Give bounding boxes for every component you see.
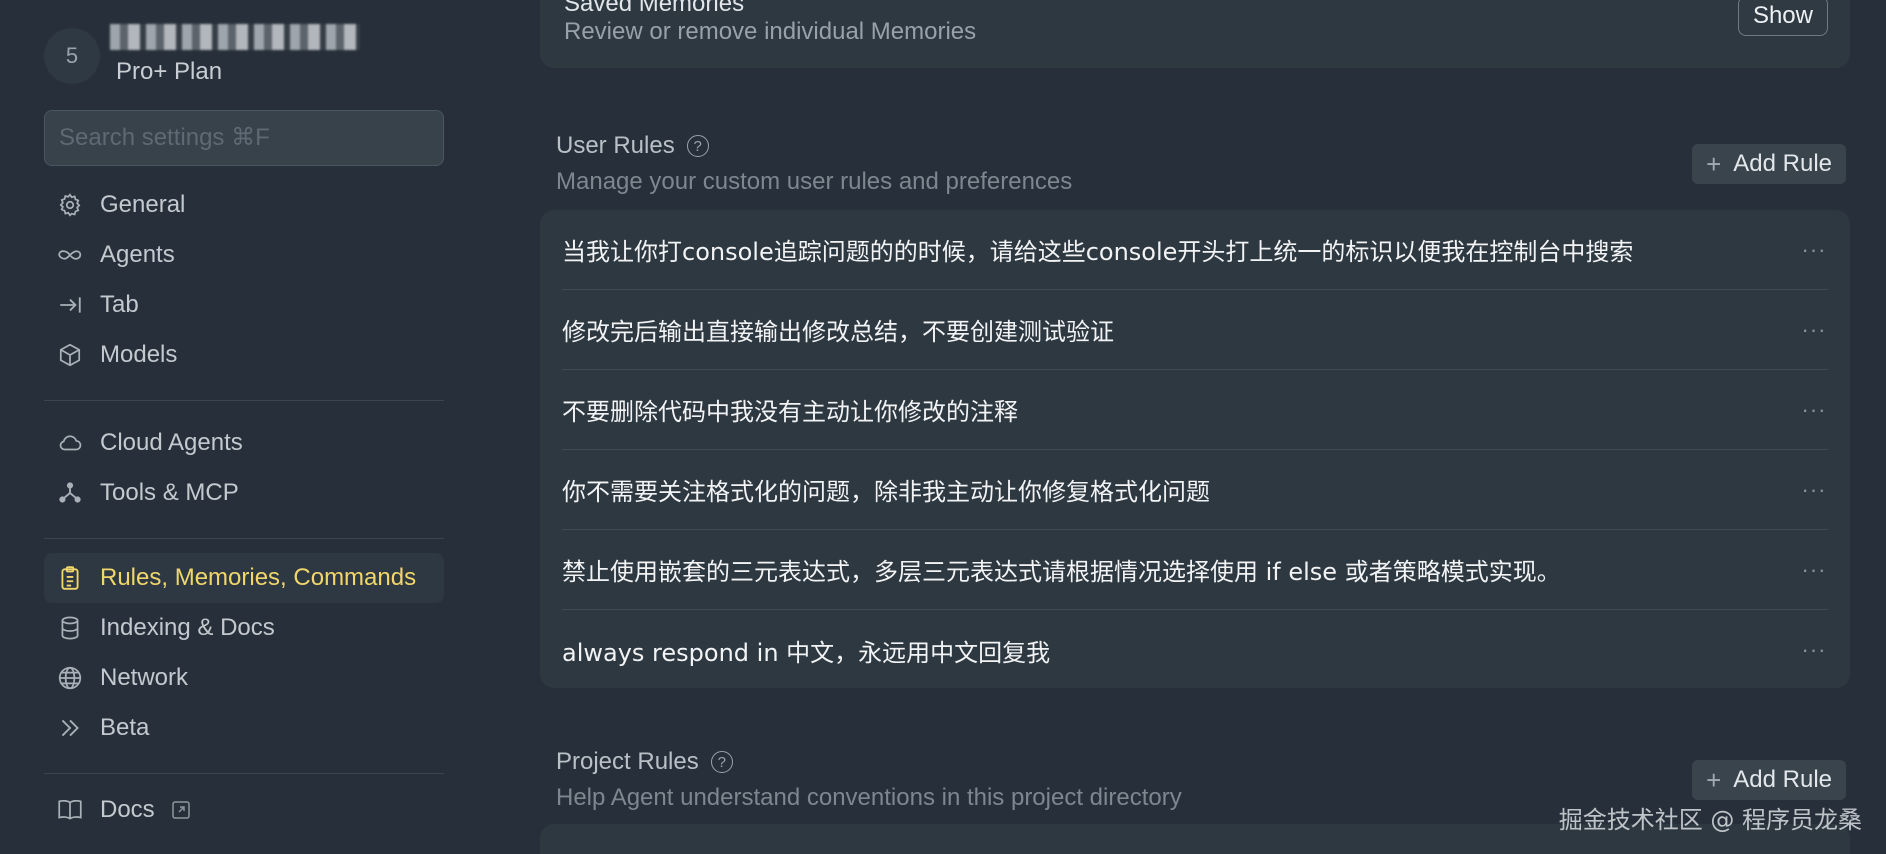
cube-icon — [56, 341, 84, 369]
sidebar-item-tab[interactable]: Tab — [44, 280, 444, 330]
sidebar-item-agents[interactable]: Agents — [44, 230, 444, 280]
more-options-icon[interactable]: ··· — [1800, 557, 1828, 583]
settings-sidebar: 5 Pro+ Plan General Agents — [0, 0, 490, 854]
add-user-rule-button[interactable]: + Add Rule — [1692, 144, 1846, 184]
sidebar-item-label: Rules, Memories, Commands — [100, 564, 417, 591]
sidebar-item-general[interactable]: General — [44, 180, 444, 230]
settings-window: 5 Pro+ Plan General Agents — [0, 0, 1886, 854]
settings-content: Saved Memories Review or remove individu… — [540, 0, 1850, 854]
rule-text: 禁止使用嵌套的三元表达式，多层三元表达式请根据情况选择使用 if else 或者… — [562, 558, 1561, 586]
sidebar-item-label: Indexing & Docs — [100, 614, 275, 641]
sidebar-item-cloud-agents[interactable]: Cloud Agents — [44, 418, 444, 468]
list-item[interactable]: always respond in 中文，永远用中文回复我 ··· — [562, 610, 1828, 690]
rule-text: always respond in 中文，永远用中文回复我 — [562, 638, 1051, 667]
sidebar-item-tools-mcp[interactable]: Tools & MCP — [44, 468, 444, 518]
project-rules-title-row: Project Rules ? — [556, 748, 1846, 776]
arrow-right-to-line-icon — [56, 291, 84, 319]
sidebar-nav-group-1: General Agents Tab Models — [44, 180, 444, 421]
plus-icon: + — [1706, 148, 1722, 179]
user-rules-title-row: User Rules ? — [556, 132, 1846, 160]
sidebar-item-label: Docs — [100, 796, 155, 823]
chevrons-right-icon — [56, 714, 84, 742]
database-icon — [56, 614, 84, 642]
account-name-redacted — [110, 24, 360, 50]
more-options-icon[interactable]: ··· — [1800, 397, 1828, 423]
help-icon[interactable]: ? — [710, 751, 733, 773]
sidebar-divider — [44, 538, 444, 539]
sidebar-item-label: Network — [100, 664, 189, 691]
sidebar-divider — [44, 773, 444, 774]
user-rules-title: User Rules — [556, 132, 675, 159]
list-item[interactable]: 修改完后输出直接输出修改总结，不要创建测试验证 ··· — [562, 290, 1828, 370]
user-rules-description: Manage your custom user rules and prefer… — [556, 168, 1073, 195]
infinity-icon — [56, 241, 84, 269]
rule-text: 你不需要关注格式化的问题，除非我主动让你修复格式化问题 — [562, 478, 1210, 506]
sidebar-item-label: Models — [100, 341, 178, 368]
sidebar-nav-group-3: Rules, Memories, Commands Indexing & Doc… — [44, 553, 444, 794]
sidebar-nav-group-2: Cloud Agents Tools & MCP — [44, 418, 444, 559]
external-link-icon — [171, 800, 191, 820]
sidebar-item-label: Agents — [100, 241, 175, 268]
sidebar-nav-group-4: Docs — [44, 785, 444, 835]
more-options-icon[interactable]: ··· — [1800, 237, 1828, 263]
show-memories-button[interactable]: Show — [1737, 0, 1828, 36]
list-item[interactable]: 你不需要关注格式化的问题，除非我主动让你修复格式化问题 ··· — [562, 450, 1828, 530]
rule-text: 不要删除代码中我没有主动让你修改的注释 — [562, 398, 1018, 426]
sidebar-item-rules-memories-commands[interactable]: Rules, Memories, Commands — [44, 553, 444, 603]
nodes-icon — [56, 479, 84, 507]
add-rule-label: Add Rule — [1733, 766, 1832, 793]
user-rules-list: 当我让你打console追踪问题的的时候，请给这些console开头打上统一的标… — [540, 210, 1850, 688]
list-item[interactable]: 当我让你打console追踪问题的的时候，请给这些console开头打上统一的标… — [562, 210, 1828, 290]
avatar[interactable]: 5 — [44, 28, 100, 84]
add-rule-label: Add Rule — [1733, 150, 1832, 177]
sidebar-divider — [44, 400, 444, 401]
account-plan: Pro+ Plan — [116, 58, 223, 85]
sidebar-item-label: Tab — [100, 291, 139, 318]
rule-text: 修改完后输出直接输出修改总结，不要创建测试验证 — [562, 318, 1114, 346]
cloud-icon — [56, 429, 84, 457]
sidebar-item-label: Beta — [100, 714, 150, 741]
saved-memories-card: Saved Memories Review or remove individu… — [540, 0, 1850, 68]
saved-memories-description: Review or remove individual Memories — [564, 18, 977, 45]
rule-text: 当我让你打console追踪问题的的时候，请给这些console开头打上统一的标… — [562, 238, 1634, 266]
more-options-icon[interactable]: ··· — [1800, 317, 1828, 343]
list-item[interactable]: 不要删除代码中我没有主动让你修改的注释 ··· — [562, 370, 1828, 450]
user-rules-header: User Rules ? Manage your custom user rul… — [556, 132, 1846, 196]
sidebar-item-beta[interactable]: Beta — [44, 703, 444, 753]
project-rules-title: Project Rules — [556, 748, 699, 775]
globe-icon — [56, 664, 84, 692]
sidebar-item-indexing-docs[interactable]: Indexing & Docs — [44, 603, 444, 653]
gear-icon — [56, 191, 84, 219]
more-options-icon[interactable]: ··· — [1800, 477, 1828, 503]
sidebar-item-label: General — [100, 191, 186, 218]
search-input[interactable] — [59, 124, 429, 152]
help-icon[interactable]: ? — [686, 135, 709, 157]
sidebar-item-label: Tools & MCP — [100, 479, 239, 506]
list-item[interactable]: 禁止使用嵌套的三元表达式，多层三元表达式请根据情况选择使用 if else 或者… — [562, 530, 1828, 610]
more-options-icon[interactable]: ··· — [1800, 637, 1828, 663]
book-icon — [56, 796, 84, 824]
account-header[interactable]: 5 Pro+ Plan — [44, 24, 464, 85]
watermark: 掘金技术社区 @ 程序员龙桑 — [1558, 806, 1862, 834]
add-project-rule-button[interactable]: + Add Rule — [1692, 760, 1846, 800]
clipboard-icon — [56, 564, 84, 592]
saved-memories-title: Saved Memories — [564, 0, 745, 17]
plus-icon: + — [1706, 764, 1722, 795]
sidebar-item-docs[interactable]: Docs — [44, 785, 444, 835]
sidebar-item-label: Cloud Agents — [100, 429, 243, 456]
settings-search-box[interactable] — [44, 110, 444, 166]
sidebar-item-models[interactable]: Models — [44, 330, 444, 380]
sidebar-item-network[interactable]: Network — [44, 653, 444, 703]
